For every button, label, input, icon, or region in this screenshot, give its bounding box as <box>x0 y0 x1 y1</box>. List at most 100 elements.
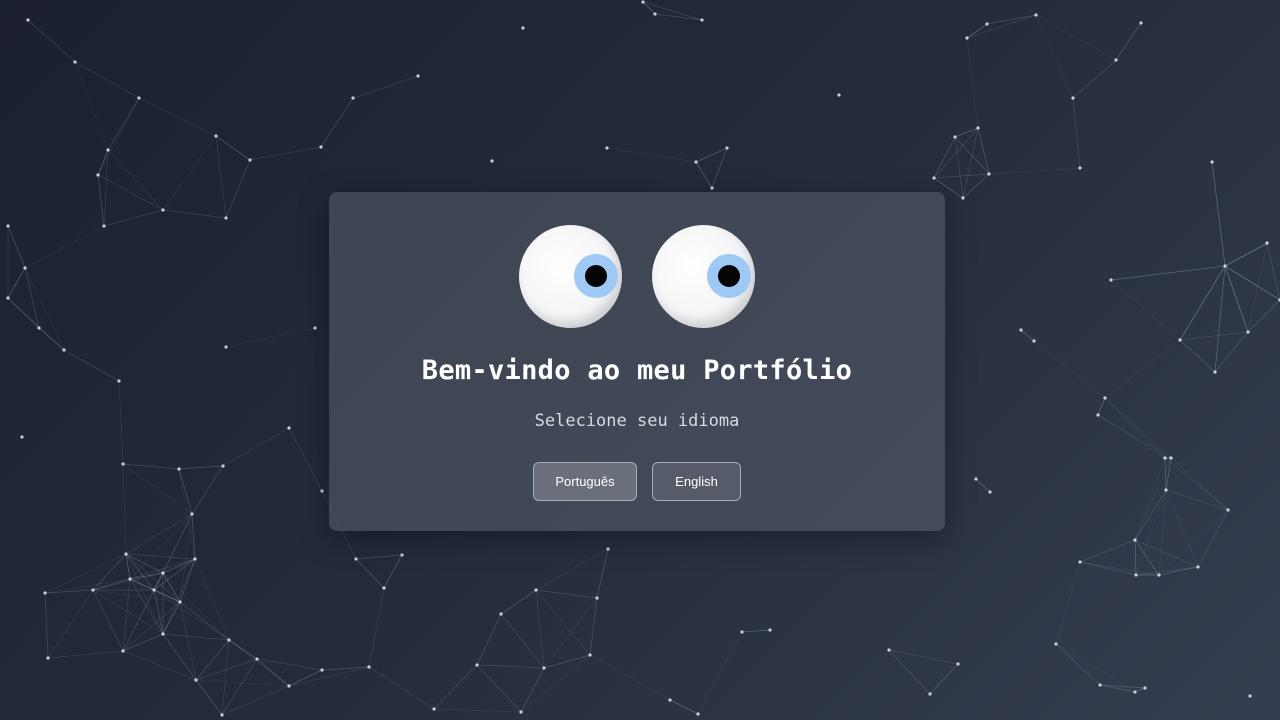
network-node <box>956 662 960 666</box>
network-link <box>966 23 988 39</box>
network-link <box>103 149 109 227</box>
network-link <box>256 658 323 671</box>
left-pupil <box>585 265 607 287</box>
network-link <box>368 666 435 710</box>
network-link <box>1179 339 1216 373</box>
network-link <box>1072 97 1081 169</box>
network-link <box>1055 561 1081 645</box>
network-node <box>694 160 698 164</box>
network-node <box>668 698 672 702</box>
network-link <box>1224 265 1280 301</box>
welcome-title: Bem-vindo ao meu Portfólio <box>421 355 853 386</box>
network-link <box>1211 161 1226 267</box>
network-node <box>1078 560 1082 564</box>
network-link <box>1115 22 1142 61</box>
network-link <box>122 463 180 470</box>
language-buttons: Português English <box>329 462 945 502</box>
network-link <box>1110 279 1181 341</box>
network-node <box>475 663 479 667</box>
network-link <box>1179 331 1249 341</box>
network-node <box>46 656 50 660</box>
network-link <box>1134 539 1137 576</box>
network-link <box>1035 14 1117 61</box>
network-link <box>520 654 591 713</box>
network-node <box>976 126 980 130</box>
network-node <box>605 146 609 150</box>
network-node <box>965 36 969 40</box>
network-link <box>1165 489 1229 511</box>
network-node <box>490 159 494 163</box>
network-link <box>288 427 323 492</box>
network-link <box>221 685 290 716</box>
network-link <box>215 135 251 161</box>
network-node <box>1163 456 1167 460</box>
network-link <box>162 135 217 211</box>
network-link <box>122 463 127 555</box>
network-node <box>740 630 744 634</box>
network-node <box>932 176 936 180</box>
network-link <box>225 327 316 348</box>
network-link <box>24 225 105 269</box>
network-link <box>962 173 990 199</box>
network-node <box>1134 573 1138 577</box>
network-node <box>1054 642 1058 646</box>
network-link <box>355 554 403 560</box>
network-node <box>287 426 291 430</box>
network-node <box>227 638 231 642</box>
network-node <box>588 653 592 657</box>
network-link <box>1158 489 1167 576</box>
network-link <box>1247 299 1280 333</box>
network-node <box>595 596 599 600</box>
network-link <box>162 572 230 641</box>
network-node <box>988 490 992 494</box>
network-node <box>137 96 141 100</box>
network-link <box>535 548 609 591</box>
network-link <box>179 601 230 641</box>
network-link <box>1247 242 1268 333</box>
network-link <box>7 297 65 351</box>
network-link <box>1197 509 1229 568</box>
network-node <box>26 18 30 22</box>
network-link <box>162 601 181 635</box>
network-link <box>107 97 140 151</box>
network-node <box>6 224 10 228</box>
network-link <box>178 465 224 470</box>
english-button[interactable]: English <box>652 462 741 501</box>
network-link <box>1079 561 1137 576</box>
network-node <box>725 146 729 150</box>
portuguese-button[interactable]: Português <box>533 462 637 501</box>
network-node <box>1265 241 1269 245</box>
network-link <box>1055 643 1101 686</box>
network-node <box>221 464 225 468</box>
network-link <box>1072 59 1117 99</box>
network-node <box>928 692 932 696</box>
network-node <box>1019 328 1023 332</box>
network-link <box>122 463 193 515</box>
network-link <box>1104 397 1172 459</box>
network-link <box>535 589 545 669</box>
network-link <box>162 209 227 219</box>
network-node <box>953 135 957 139</box>
network-link <box>103 209 164 227</box>
network-node <box>400 553 404 557</box>
network-node <box>1098 683 1102 687</box>
network-link <box>433 708 522 713</box>
network-link <box>596 548 609 599</box>
network-link <box>1224 242 1269 267</box>
network-link <box>24 267 65 351</box>
network-link <box>352 75 419 99</box>
network-link <box>988 167 1081 175</box>
network-link <box>1135 566 1199 576</box>
left-eye-icon <box>519 225 622 328</box>
network-node <box>287 684 291 688</box>
network-node <box>1078 166 1082 170</box>
network-link <box>47 589 94 659</box>
network-link <box>975 478 991 493</box>
network-link <box>47 650 124 659</box>
network-link <box>194 558 230 641</box>
network-node <box>534 588 538 592</box>
right-pupil <box>718 265 740 287</box>
network-node <box>710 186 714 190</box>
network-link <box>1134 687 1146 693</box>
network-link <box>606 147 697 163</box>
